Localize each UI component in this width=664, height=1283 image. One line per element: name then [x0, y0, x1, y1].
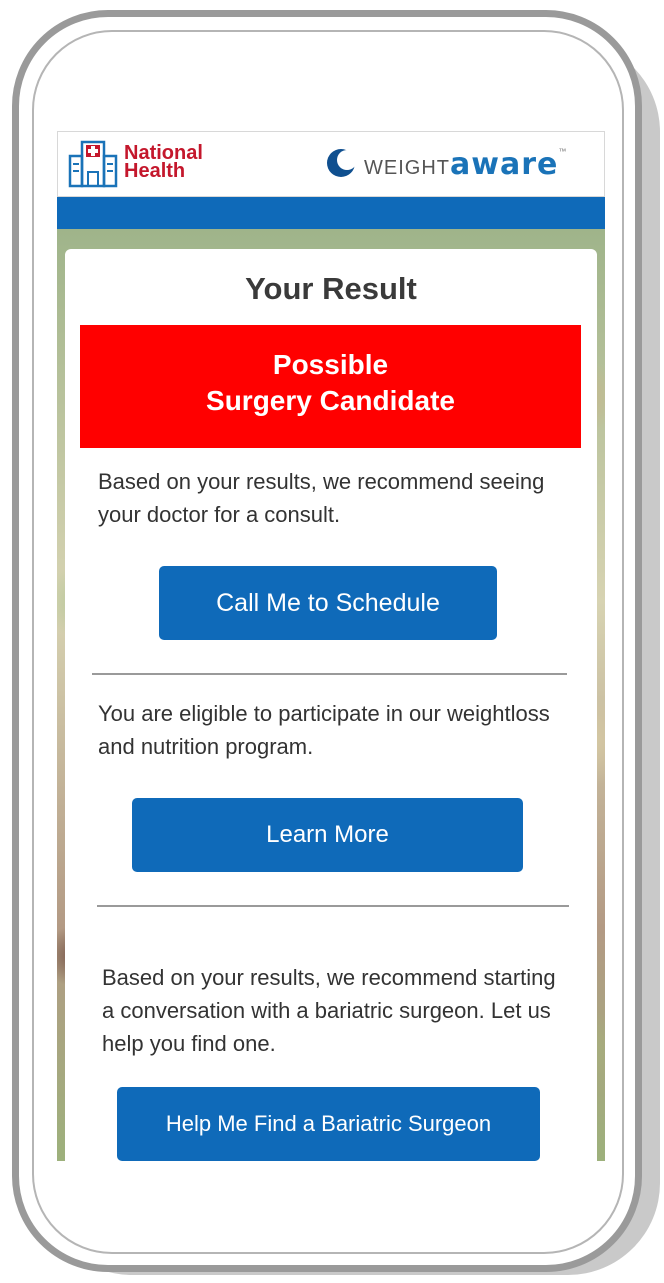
weightaware-crescent-icon: [327, 149, 356, 177]
national-health-line2: Health: [124, 160, 186, 182]
section-divider: [97, 905, 569, 907]
learn-more-button[interactable]: Learn More: [132, 798, 523, 872]
doctor-consult-text: Based on your results, we recommend seei…: [98, 469, 545, 527]
find-bariatric-surgeon-button[interactable]: Help Me Find a Bariatric Surgeon: [117, 1087, 540, 1161]
app-header: National Health WEIGHTaware™: [57, 131, 605, 197]
hospital-icon: [68, 140, 118, 188]
trademark-symbol: ™: [558, 147, 567, 156]
weightaware-weight-text: WEIGHT: [364, 157, 450, 179]
call-me-to-schedule-button[interactable]: Call Me to Schedule: [159, 566, 497, 640]
app-screen: National Health WEIGHTaware™ Your Result…: [57, 131, 605, 1161]
header-blue-band: [57, 197, 605, 229]
result-status-line2: Surgery Candidate: [206, 385, 455, 416]
result-status-line1: Possible: [272, 349, 389, 380]
result-status-banner: Possible Surgery Candidate: [80, 325, 581, 448]
result-card: Your Result Possible Surgery Candidate B…: [65, 249, 597, 1161]
weightaware-wordmark: WEIGHTaware™: [364, 147, 566, 182]
weightaware-logo[interactable]: WEIGHTaware™: [326, 146, 598, 182]
result-title: Your Result: [245, 271, 417, 306]
national-health-logo[interactable]: National Health: [68, 138, 218, 192]
weightaware-aware-text: aware: [450, 147, 559, 182]
bariatric-surgeon-text: Based on your results, we recommend star…: [102, 965, 556, 1056]
program-eligibility-text: You are eligible to participate in our w…: [98, 701, 550, 759]
national-health-wordmark: National Health: [124, 143, 203, 182]
section-divider: [92, 673, 567, 675]
